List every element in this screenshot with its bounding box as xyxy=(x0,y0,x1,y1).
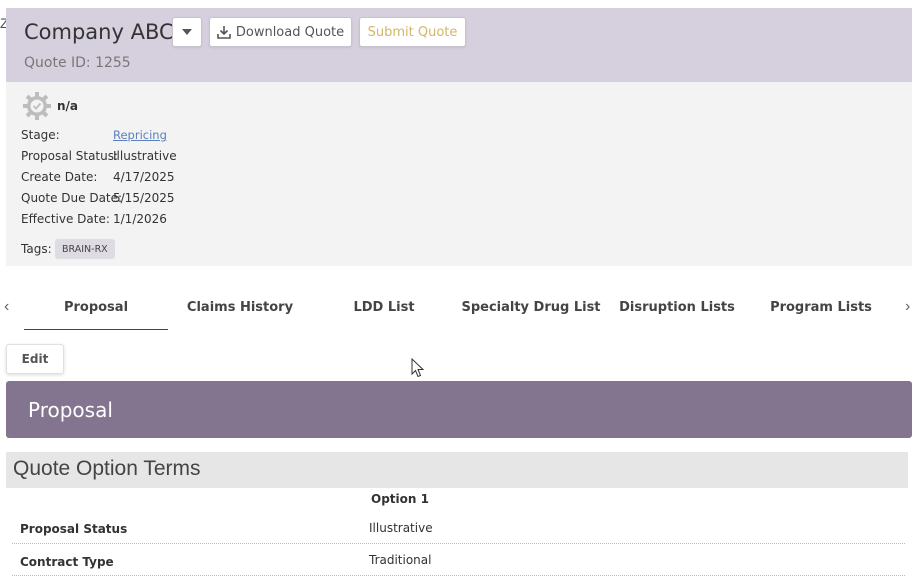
section-title: Proposal xyxy=(28,398,113,422)
download-icon xyxy=(217,26,231,39)
tags-label: Tags: xyxy=(21,242,52,256)
terms-title: Quote Option Terms xyxy=(13,457,201,480)
gear-icon xyxy=(23,92,51,120)
edit-button[interactable]: Edit xyxy=(6,344,64,374)
chevron-right-icon[interactable]: › xyxy=(905,298,910,316)
quote-header: Company ABC Quote ID: 1255 Download Quot… xyxy=(6,8,912,82)
submit-quote-label: Submit Quote xyxy=(367,24,458,40)
create-date-label: Create Date: xyxy=(21,170,98,184)
row-label: Contract Type xyxy=(20,555,114,569)
download-quote-button[interactable]: Download Quote xyxy=(209,17,352,47)
stage-label: Stage: xyxy=(21,128,60,142)
stage-link[interactable]: Repricing xyxy=(113,128,167,142)
company-name: Company ABC xyxy=(24,20,174,44)
quote-due-date-value: 5/15/2025 xyxy=(113,191,175,205)
quote-option-terms-header: Quote Option Terms xyxy=(6,452,908,488)
status-label: n/a xyxy=(57,99,79,113)
download-quote-label: Download Quote xyxy=(235,24,345,40)
row-value: Traditional xyxy=(369,553,432,567)
quote-id: Quote ID: 1255 xyxy=(24,55,131,71)
quote-info-panel: n/a Stage: Repricing Proposal Status: Il… xyxy=(6,82,912,266)
tab-disruption-lists[interactable]: Disruption Lists xyxy=(605,292,749,330)
table-row: Proposal Status Illustrative xyxy=(12,512,905,544)
effective-date-label: Effective Date: xyxy=(21,212,110,226)
tab-specialty-drug-list[interactable]: Specialty Drug List xyxy=(459,292,603,330)
mouse-cursor-icon xyxy=(411,358,425,378)
actions-dropdown-button[interactable] xyxy=(172,17,202,47)
option-column-header: Option 1 xyxy=(371,492,429,506)
tab-ldd-list[interactable]: LDD List xyxy=(312,292,456,330)
create-date-value: 4/17/2025 xyxy=(113,170,175,184)
effective-date-value: 1/1/2026 xyxy=(113,212,167,226)
proposal-section-banner: Proposal xyxy=(6,381,912,438)
row-label: Proposal Status xyxy=(20,522,128,536)
table-row: Contract Type Traditional xyxy=(12,544,905,576)
tab-bar: ‹ Proposal Claims History LDD List Speci… xyxy=(0,292,918,332)
proposal-status-label: Proposal Status: xyxy=(21,149,119,163)
tab-program-lists[interactable]: Program Lists xyxy=(749,292,893,330)
tag-chip[interactable]: BRAIN-RX xyxy=(55,239,115,259)
row-value: Illustrative xyxy=(369,521,433,535)
tab-proposal[interactable]: Proposal xyxy=(24,292,168,330)
submit-quote-button[interactable]: Submit Quote xyxy=(359,17,466,47)
caret-down-icon xyxy=(182,29,192,35)
quote-due-date-label: Quote Due Date: xyxy=(21,191,123,205)
chevron-left-icon[interactable]: ‹ xyxy=(4,298,9,316)
tab-claims-history[interactable]: Claims History xyxy=(168,292,312,330)
proposal-status-value: Illustrative xyxy=(113,149,177,163)
